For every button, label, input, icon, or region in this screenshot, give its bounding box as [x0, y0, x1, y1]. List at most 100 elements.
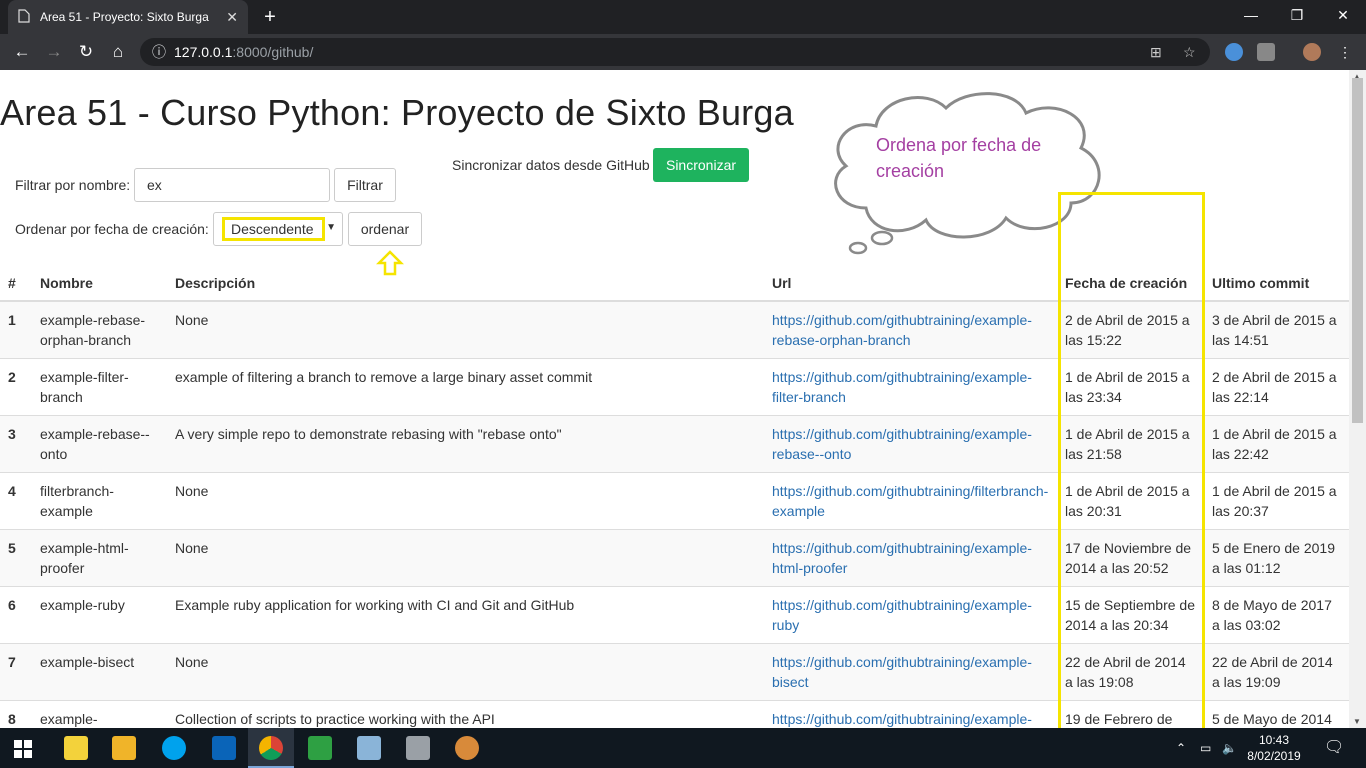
sort-select[interactable]: Descendente ▼	[213, 212, 343, 246]
close-window-button[interactable]: ✕	[1320, 0, 1366, 30]
browser-toolbar: ← → ↻ ⌂ ⓘ 127.0.0.1:8000/github/ ⊞ ☆ ⋮	[0, 34, 1366, 70]
repo-url-link[interactable]: https://github.com/githubtraining/exampl…	[772, 654, 1032, 690]
repo-last-commit: 1 de Abril de 2015 a las 20:37	[1204, 472, 1349, 530]
col-header-created: Fecha de creación	[1057, 266, 1204, 302]
scroll-down-icon[interactable]: ▼	[1353, 717, 1361, 726]
forward-icon[interactable]: →	[42, 40, 66, 64]
repo-url-link[interactable]: https://github.com/githubtraining/exampl…	[772, 597, 1032, 633]
profile-avatar[interactable]	[1303, 43, 1321, 61]
filter-input[interactable]: ex	[134, 168, 330, 202]
windows-taskbar: ⌃ ▭ 🔈 10:43 8/02/2019 🗨	[0, 728, 1366, 768]
repo-description: None	[167, 529, 764, 587]
repo-name: example-html-proofer	[32, 529, 167, 587]
database-icon[interactable]	[406, 736, 430, 760]
repo-name: example-bisect	[32, 643, 167, 701]
repo-url-link[interactable]: https://github.com/githubtraining/exampl…	[772, 540, 1032, 576]
sort-selected-value: Descendente	[222, 217, 325, 241]
col-header-name: Nombre	[32, 266, 167, 302]
volume-icon[interactable]: 🔈	[1222, 728, 1237, 768]
repo-description: None	[167, 300, 764, 359]
url-path: :8000/github/	[232, 44, 314, 60]
notebook-icon[interactable]	[357, 736, 381, 760]
reload-icon[interactable]: ↻	[74, 40, 98, 64]
skype-icon[interactable]	[162, 736, 186, 760]
battery-icon[interactable]: ▭	[1200, 728, 1211, 768]
repo-description: Example ruby application for working wit…	[167, 586, 764, 644]
clock-time: 10:43	[1258, 733, 1290, 747]
chevron-down-icon: ▼	[326, 222, 336, 233]
col-header-url: Url	[764, 266, 1057, 302]
table-row: 7 example-bisect None https://github.com…	[0, 643, 1349, 701]
table-row: 8 example- Collection of scripts to prac…	[0, 700, 1349, 728]
new-tab-button[interactable]: +	[258, 5, 282, 29]
repo-name: filterbranch-example	[32, 472, 167, 530]
scrollbar-thumb[interactable]	[1352, 78, 1363, 423]
repo-last-commit: 5 de Mayo de 2014	[1204, 700, 1349, 728]
chrome-icon[interactable]	[259, 736, 283, 760]
repos-table: # Nombre Descripción Url Fecha de creaci…	[0, 266, 1349, 728]
paint-icon[interactable]	[455, 736, 479, 760]
repo-created: 1 de Abril de 2015 a las 21:58	[1057, 415, 1204, 473]
sync-button[interactable]: Sincronizar	[653, 148, 749, 182]
sync-label: Sincronizar datos desde GitHub	[452, 157, 650, 173]
row-number: 2	[0, 358, 32, 416]
repo-name: example-rebase--onto	[32, 415, 167, 473]
table-row: 2 example-filter-branch example of filte…	[0, 358, 1349, 416]
translate-icon[interactable]: ⊞	[1150, 38, 1162, 66]
col-header-description: Descripción	[167, 266, 764, 302]
windows-start-icon[interactable]	[14, 740, 32, 763]
extension-icon[interactable]	[1225, 43, 1243, 61]
repo-created: 15 de Septiembre de 2014 a las 20:34	[1057, 586, 1204, 644]
row-number: 8	[0, 700, 32, 728]
row-number: 7	[0, 643, 32, 701]
info-icon[interactable]: ⓘ	[152, 42, 166, 62]
row-number: 3	[0, 415, 32, 473]
table-row: 1 example-rebase-orphan-branch None http…	[0, 300, 1349, 359]
repo-name: example-filter-branch	[32, 358, 167, 416]
filter-label: Filtrar por nombre:	[15, 177, 131, 193]
visual-studio-icon[interactable]	[308, 736, 332, 760]
repo-name: example-	[32, 700, 167, 728]
clock-date: 8/02/2019	[1247, 749, 1301, 763]
menu-icon[interactable]: ⋮	[1338, 38, 1352, 66]
repo-created: 19 de Febrero de	[1057, 700, 1204, 728]
minimize-button[interactable]: —	[1228, 0, 1274, 30]
repo-url-link[interactable]: https://github.com/githubtraining/exampl…	[772, 312, 1032, 348]
repo-url-link[interactable]: https://github.com/githubtraining/exampl…	[772, 426, 1032, 462]
row-number: 1	[0, 300, 32, 359]
table-row: 6 example-ruby Example ruby application …	[0, 586, 1349, 644]
browser-tab-strip: Area 51 - Proyecto: Sixto Burga ✕ + — ❐ …	[0, 0, 1366, 34]
col-header-last-commit: Ultimo commit	[1204, 266, 1349, 302]
bookmark-star-icon[interactable]: ☆	[1183, 38, 1196, 66]
repo-name: example-ruby	[32, 586, 167, 644]
repo-description: Collection of scripts to practice workin…	[167, 700, 764, 728]
home-icon[interactable]: ⌂	[106, 40, 130, 64]
page-content: Area 51 - Curso Python: Proyecto de Sixt…	[0, 70, 1349, 728]
repo-url-link[interactable]: https://github.com/githubtraining/exampl…	[772, 369, 1032, 405]
repo-last-commit: 5 de Enero de 2019 a las 01:12	[1204, 529, 1349, 587]
notifications-icon[interactable]: 🗨	[1324, 728, 1344, 768]
repo-created: 1 de Abril de 2015 a las 23:34	[1057, 358, 1204, 416]
maximize-button[interactable]: ❐	[1274, 0, 1320, 30]
browser-tab[interactable]: Area 51 - Proyecto: Sixto Burga ✕	[8, 0, 248, 34]
show-hidden-icons-icon[interactable]: ⌃	[1176, 728, 1186, 768]
repo-url-link[interactable]: https://github.com/githubtraining/exampl…	[772, 711, 1032, 727]
repo-description: A very simple repo to demonstrate rebasi…	[167, 415, 764, 473]
filter-button[interactable]: Filtrar	[334, 168, 396, 202]
repo-created: 17 de Noviembre de 2014 a las 20:52	[1057, 529, 1204, 587]
file-explorer-icon[interactable]	[112, 736, 136, 760]
outlook-icon[interactable]	[212, 736, 236, 760]
taskbar-clock[interactable]: 10:43 8/02/2019	[1244, 732, 1304, 764]
page-icon	[18, 8, 30, 26]
sort-button[interactable]: ordenar	[348, 212, 422, 246]
page-scrollbar[interactable]: ▲ ▼	[1349, 70, 1366, 728]
extension-icon-2[interactable]	[1257, 43, 1275, 61]
address-bar[interactable]: ⓘ 127.0.0.1:8000/github/	[140, 38, 1210, 66]
close-tab-icon[interactable]: ✕	[226, 9, 238, 26]
back-icon[interactable]: ←	[10, 40, 34, 64]
table-row: 3 example-rebase--onto A very simple rep…	[0, 415, 1349, 473]
sticky-notes-icon[interactable]	[64, 736, 88, 760]
row-number: 4	[0, 472, 32, 530]
repo-url-link[interactable]: https://github.com/githubtraining/filter…	[772, 483, 1048, 519]
repo-name: example-rebase-orphan-branch	[32, 300, 167, 359]
